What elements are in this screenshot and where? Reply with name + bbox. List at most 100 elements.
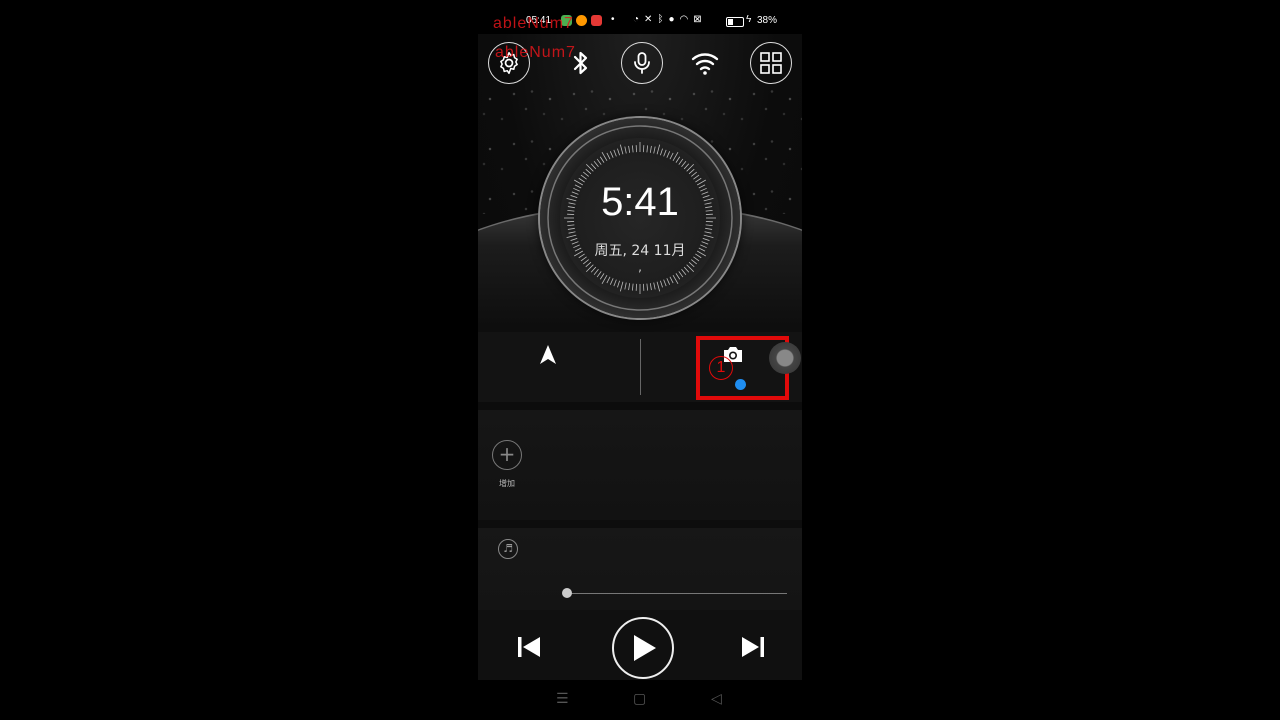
clock-tick [567,224,575,227]
separator [478,520,802,528]
next-track-button[interactable] [740,635,766,663]
speed-icon: ◔ [633,14,640,25]
clock-tick [583,171,589,177]
add-widget-button[interactable]: + [492,440,522,470]
clock-tick [656,144,661,155]
clock-tick [599,273,605,280]
clock-tick [669,152,674,160]
previous-track-button[interactable] [516,635,542,663]
app-notification-icon [591,15,602,26]
apps-grid-button[interactable] [750,42,792,84]
shortcut-divider [640,339,641,395]
clock-tick [649,145,652,153]
clock-tick [606,276,611,284]
music-note-icon[interactable]: ♬ [498,539,518,559]
navigation-button[interactable] [538,344,558,370]
clock-tick [628,145,631,153]
clock-tick [613,279,617,287]
play-button[interactable] [612,617,674,679]
clock-tick [619,144,624,155]
floating-ball-button[interactable] [769,342,801,374]
clock-tick [613,149,617,157]
clock-tick [609,151,614,158]
clock-tick [649,283,652,291]
clock-tick [666,278,671,285]
clock-subtext: , [638,260,642,274]
next-icon [742,637,764,657]
charging-icon: ϟ [746,14,752,25]
clock-tick [601,151,608,162]
shortcut-row: 1 [478,332,802,402]
clock-tick [703,234,714,239]
mute-icon: ✕ [644,14,653,25]
annotation-number: 1 [709,356,733,380]
clock-tick [568,231,576,234]
clock-tick [704,231,712,234]
navigation-arrow-icon [540,345,556,364]
location-icon: ● [668,14,675,25]
clock-tick [646,145,649,153]
clock-date: 周五, 24 11月 [594,243,686,259]
back-nav-button[interactable]: ◁ [711,691,722,707]
clock-tick [619,281,624,292]
clock-tick [631,283,634,291]
clock-tick [663,279,667,287]
clock-tick [688,168,695,175]
clock-tick [666,151,671,158]
clock-tick [628,283,631,291]
music-progress-bar[interactable] [562,588,787,598]
clock-tick [580,174,587,180]
clock-tick [675,273,681,280]
microphone-button[interactable] [621,42,663,84]
clock-tick [681,161,687,167]
clock-tick [596,158,602,165]
wifi-status-icon: ◠ [679,14,689,25]
clock-tick [646,283,649,291]
clock-tick [617,280,620,288]
overlay-label-2: ableNum7 [495,44,576,61]
clock-tick [660,148,663,156]
clock-time: 5:41 [601,180,679,224]
clock-tick [593,161,599,167]
status-dot: • [611,14,615,25]
previous-icon [518,637,540,657]
clock-tick [617,148,620,156]
clock-tick [705,227,713,230]
clock-tick [609,278,614,285]
clock-tick [599,156,605,163]
phone-screen: 5:41 周五, 24 11月 , 05:41 • ◔ ✕ ᛒ ● ◠ ⊠ ϟ … [478,0,802,720]
clock-tick [606,152,611,160]
mic-icon [634,52,650,74]
battery-percent: 38% [757,15,778,26]
menu-nav-button[interactable]: ☰ [556,691,569,707]
clock-tick [705,224,713,227]
home-nav-button[interactable]: ▢ [633,691,646,707]
overlay-label-1: ableNum7 [493,15,574,32]
add-widget-label: 增加 [499,479,515,488]
clock-tick [624,282,627,290]
widget-area: + 增加 [478,410,802,520]
clock-tick [672,274,679,285]
grid-icon [760,52,782,74]
clock-tick [656,281,661,292]
clock-tick [693,174,700,180]
clock-tick [601,274,608,285]
no-sim-icon: ⊠ [693,14,702,25]
clock-tick [669,276,674,284]
clock-widget[interactable]: 5:41 周五, 24 11月 , [540,118,740,318]
wifi-icon [691,53,719,75]
battery-icon [726,17,744,27]
clock-tick [624,146,627,154]
notification-badge [735,379,746,390]
clock-tick [675,156,681,163]
clock-tick [566,234,577,239]
wifi-button[interactable] [684,42,726,84]
progress-thumb[interactable] [562,588,572,598]
system-navigation-bar: ☰ ▢ ◁ [478,680,802,720]
clock-tick [672,151,679,162]
clock-tick [585,168,592,175]
clock-tick [653,146,656,154]
clock-tick [663,149,667,157]
clock-tick [590,163,597,170]
clock-tick [660,280,663,288]
